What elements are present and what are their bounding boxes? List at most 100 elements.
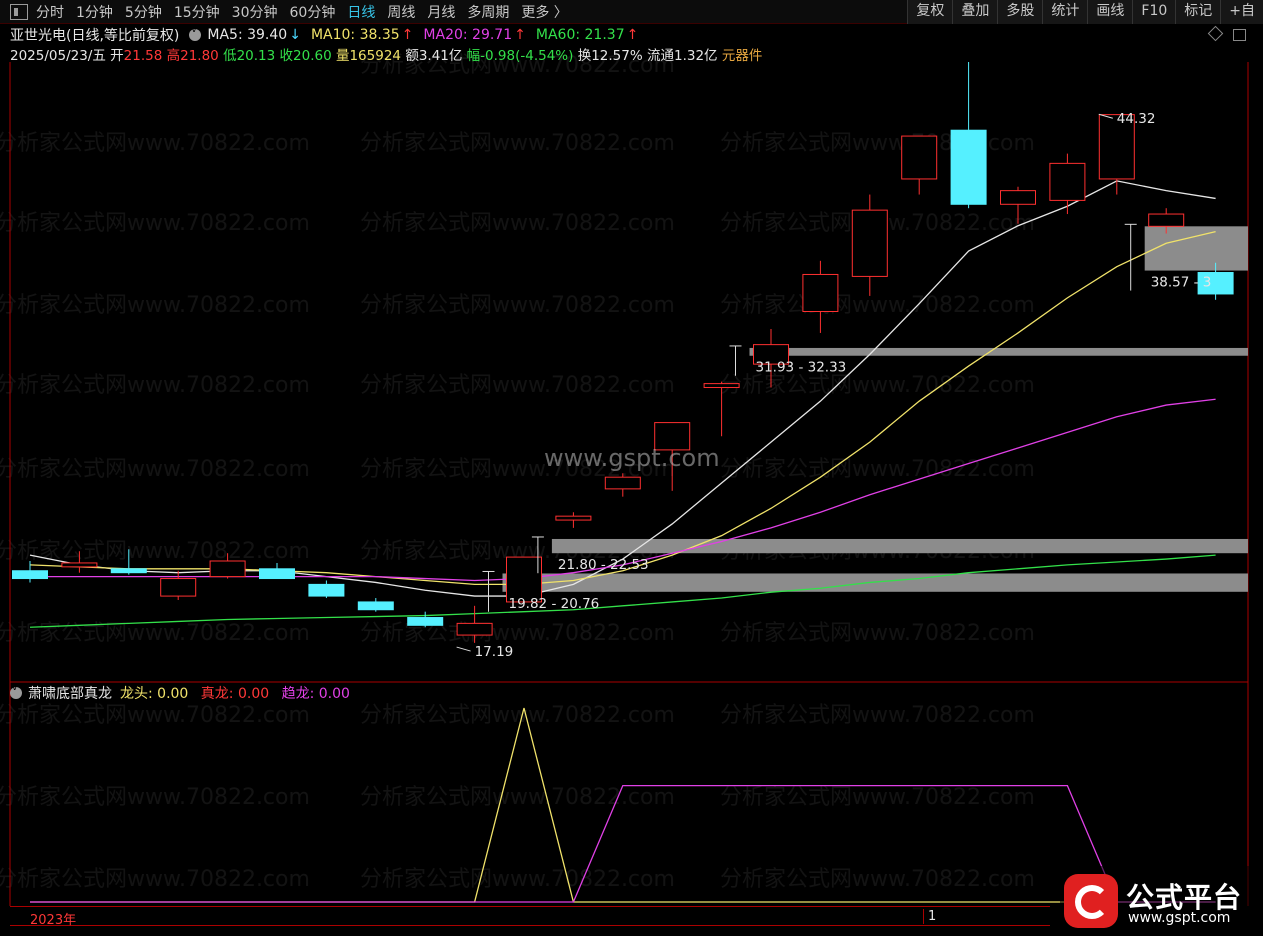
toolbar-button-4[interactable]: 画线 [1087,0,1133,24]
tab-9[interactable]: 多周期 [467,2,509,22]
toolbar-button-0[interactable]: 复权 [907,0,953,24]
zone-label-0: 19.82 - 20.76 [509,596,600,612]
zone-band-1 [551,538,1248,554]
quote-sector: 元器件 [721,48,763,64]
quote-volume: 165924 [349,48,402,64]
ma-value-3: 21.37 [584,26,625,43]
candle-12[interactable] [604,473,641,497]
zone-label-2: 31.93 - 32.33 [756,360,847,376]
candle-3[interactable] [160,570,197,600]
candle-6[interactable] [308,580,345,599]
toolbar-button-2[interactable]: 多股 [997,0,1043,24]
watermark-29: 分析家公式网www.70822.com [720,867,1035,892]
extreme-arrow-1 [456,646,471,652]
indicator-value-2: 0.00 [318,686,350,702]
sidebar-toggle-icon[interactable] [10,4,28,20]
date-page: 1 [923,909,936,924]
extreme-label-1: 17.19 [475,644,514,660]
candle-11[interactable] [555,512,592,528]
ma-label-2: MA20: [423,26,473,43]
quote-turnover: 12.57% [591,48,643,64]
quote-change: -0.98(-4.54%) [480,48,574,64]
ma-value-0: 39.40 [247,26,288,43]
watermark-11: 分析家公式网www.70822.com [720,373,1035,398]
gspt-logo-icon [1064,874,1118,928]
candle-18[interactable] [901,135,938,195]
candle-21[interactable] [1049,153,1086,215]
ma-dir-3: ↑ [626,26,639,43]
chart-mode: (日线,等比前复权) [66,27,180,44]
date-axis: 2023年 1 [10,906,1050,928]
watermark-24: 分析家公式网www.70822.com [0,785,310,810]
tab-4[interactable]: 30分钟 [232,2,278,22]
watermark-14: 分析家公式网www.70822.com [720,457,1035,482]
quote-date: 2025/05/23/五 [10,48,106,64]
ma-dir-2: ↑ [514,26,526,43]
ma-line-ma10 [29,230,1216,586]
zone-band-3 [1144,226,1248,271]
toolbar-button-5[interactable]: F10 [1132,0,1176,24]
watermark-25: 分析家公式网www.70822.com [360,785,675,810]
indicator-label-0: 龙头: [120,686,158,702]
watermark-23: 分析家公式网www.70822.com [720,703,1035,728]
tab-5[interactable]: 60分钟 [290,2,336,22]
watermark-20: 分析家公式网www.70822.com [720,621,1035,646]
candle-0[interactable] [12,560,48,583]
quote-open: 21.58 [123,48,163,64]
stock-name: 亚世光电 [10,27,66,44]
tab-8[interactable]: 月线 [427,2,455,22]
tab-6[interactable]: 日线 [347,2,375,22]
zone-label-1: 21.80 - 22.53 [558,557,649,573]
window-icon[interactable] [1233,29,1246,41]
indicator-header: 萧啸底部真龙 龙头: 0.00 真龙: 0.00 趋龙: 0.00 [10,683,350,702]
tab-3[interactable]: 15分钟 [174,2,220,22]
quote-info-line: 2025/05/23/五 开21.58 高21.80 低20.13 收20.60… [10,48,763,64]
quote-low: 20.13 [236,48,276,64]
watermark-7: 分析家公式网www.70822.com [360,293,675,318]
toolbar-button-3[interactable]: 统计 [1042,0,1088,24]
watermark-26: 分析家公式网www.70822.com [720,785,1035,810]
ma-value-2: 29.71 [472,26,513,43]
logo-url: www.gspt.com [1128,910,1231,926]
indicator-value-0: 0.00 [157,686,189,702]
ma-value-1: 38.35 [359,26,400,43]
tab-2[interactable]: 5分钟 [125,2,162,22]
candle-8[interactable] [407,611,444,628]
tab-7[interactable]: 周线 [387,2,415,22]
zone-label-3: 38.57 - 3 [1151,275,1212,291]
watermark-15: 分析家公式网www.70822.com [0,539,310,564]
toolbar-button-6[interactable]: 标记 [1175,0,1221,24]
quote-amount: 3.41亿 [418,48,463,64]
watermark-12: 分析家公式网www.70822.com [0,457,310,482]
watermark-27: 分析家公式网www.70822.com [0,867,310,892]
ma-label-0: MA5: [207,26,248,43]
tab-1[interactable]: 1分钟 [76,2,113,22]
watermark-0: 分析家公式网www.70822.com [0,131,310,156]
candle-19[interactable] [950,62,987,209]
ma-settings-icon[interactable] [189,25,202,41]
candle-17[interactable] [851,194,888,296]
ma-dir-1: ↑ [401,26,414,43]
candle-16[interactable] [802,260,839,333]
indicator-settings-icon[interactable] [10,683,22,699]
quote-high: 21.80 [180,48,219,64]
candle-5[interactable] [259,562,295,580]
ma-info-line: 亚世光电 (日线,等比前复权) MA5: 39.40↓MA10: 38.35↑M… [10,25,648,44]
period-toolbar: 分时 1分钟 5分钟 15分钟 30分钟 60分钟 日线 周线 月线 多周期 更多 〉 复权 叠加 多股… [0,0,1263,24]
tab-0[interactable]: 分时 [36,2,64,22]
toolbar-button-1[interactable]: 叠加 [952,0,998,24]
date-year: 2023年 [30,913,77,928]
watermark-9: 分析家公式网www.70822.com [0,373,310,398]
indicator-label-2: 趋龙: [277,686,319,702]
quote-float: 1.32亿 [673,48,718,64]
tab-10[interactable]: 更多 〉 [521,2,567,22]
watermark-21: 分析家公式网www.70822.com [0,703,310,728]
ma-label-3: MA60: [535,26,585,43]
watermark-3: 分析家公式网www.70822.com [0,211,310,236]
candle-7[interactable] [357,598,394,612]
watermark-28: 分析家公式网www.70822.com [360,867,675,892]
toolbar-button-7[interactable]: +自 [1220,0,1263,24]
watermark-4: 分析家公式网www.70822.com [360,211,675,236]
watermark-18: 分析家公式网www.70822.com [0,621,310,646]
watermark-8: 分析家公式网www.70822.com [720,293,1035,318]
